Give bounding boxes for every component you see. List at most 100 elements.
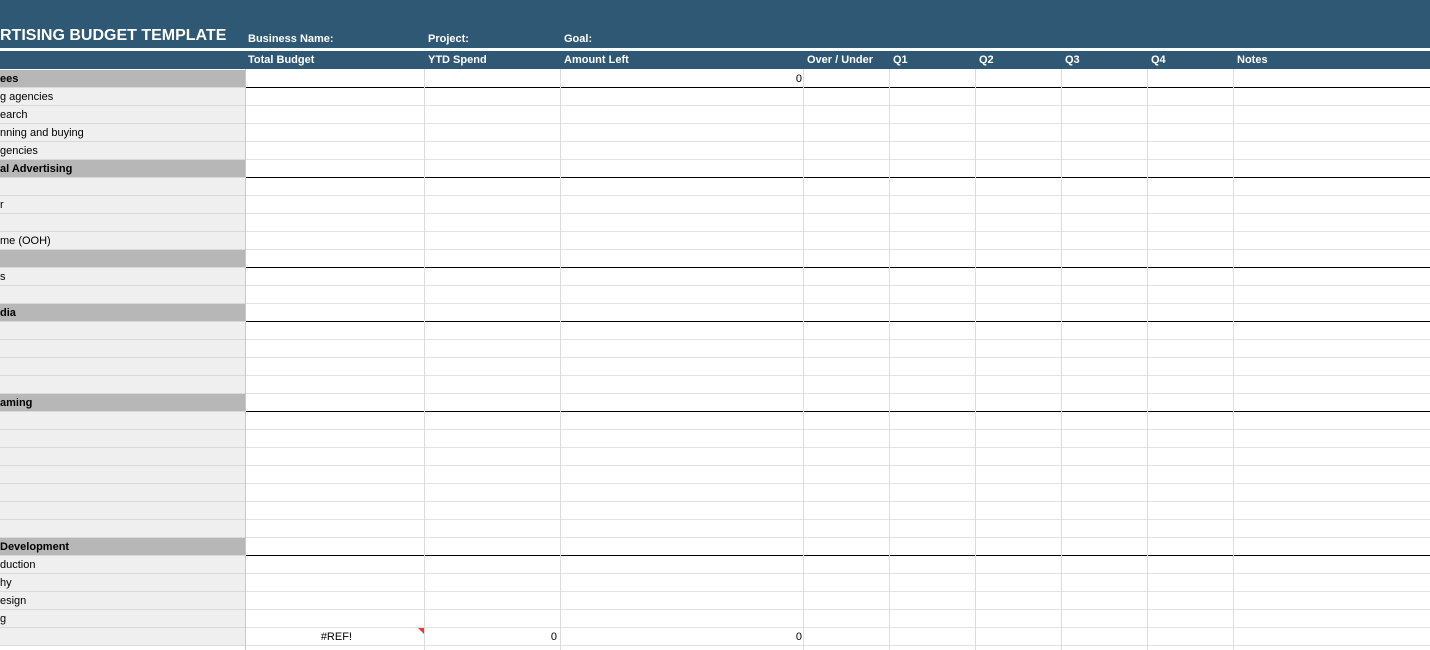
header-amount-left: Amount Left (564, 54, 629, 66)
row-label[interactable] (0, 484, 245, 502)
budget-row: duction (0, 556, 1430, 574)
budget-row: esign (0, 592, 1430, 610)
cell-total-budget[interactable]: #REF! (321, 628, 352, 646)
budget-row: #REF! 0 0 (0, 628, 1430, 646)
row-label[interactable] (0, 466, 245, 484)
row-cells[interactable] (245, 304, 1430, 322)
row-label[interactable] (0, 448, 245, 466)
row-cells[interactable] (245, 520, 1430, 538)
header-ytd-spend: YTD Spend (428, 54, 487, 66)
budget-row (0, 340, 1430, 358)
budget-row (0, 358, 1430, 376)
row-cells[interactable] (245, 88, 1430, 106)
row-cells[interactable] (245, 376, 1430, 394)
goal-label: Goal: (564, 33, 593, 45)
row-label[interactable]: dia (0, 304, 245, 322)
row-label[interactable]: g agencies (0, 88, 245, 106)
row-cells[interactable] (245, 466, 1430, 484)
row-label[interactable] (0, 520, 245, 538)
row-cells[interactable] (245, 502, 1430, 520)
row-cells[interactable] (245, 574, 1430, 592)
row-cells[interactable] (245, 430, 1430, 448)
budget-row: nning and buying (0, 124, 1430, 142)
budget-row (0, 214, 1430, 232)
gridline (1147, 69, 1148, 650)
row-label[interactable] (0, 628, 245, 646)
row-cells[interactable] (245, 412, 1430, 430)
budget-row (0, 286, 1430, 304)
row-label[interactable]: aming (0, 394, 245, 412)
budget-row (0, 322, 1430, 340)
row-cells[interactable] (245, 268, 1430, 286)
row-label[interactable]: g (0, 610, 245, 628)
row-label[interactable]: Development (0, 538, 245, 556)
budget-row: s (0, 268, 1430, 286)
row-label[interactable]: me (OOH) (0, 232, 245, 250)
row-label[interactable] (0, 322, 245, 340)
gridline (424, 69, 425, 650)
row-cells[interactable] (245, 322, 1430, 340)
row-label[interactable] (0, 340, 245, 358)
row-cells[interactable] (245, 106, 1430, 124)
gridline (1233, 69, 1234, 650)
sheet-title: RTISING BUDGET TEMPLATE (0, 27, 227, 44)
section-header-row: ees 0 (0, 70, 1430, 88)
section-header-row (0, 250, 1430, 268)
section-header-row: al Advertising (0, 160, 1430, 178)
row-cells[interactable] (245, 196, 1430, 214)
row-label[interactable]: ees (0, 70, 245, 88)
row-cells[interactable] (245, 610, 1430, 628)
row-cells[interactable] (245, 340, 1430, 358)
row-cells[interactable] (245, 232, 1430, 250)
row-label[interactable] (0, 250, 245, 268)
section-header-row: aming (0, 394, 1430, 412)
spreadsheet: RTISING BUDGET TEMPLATE Business Name: P… (0, 0, 1430, 650)
row-cells[interactable] (245, 214, 1430, 232)
cell-over-under[interactable]: 0 (796, 70, 802, 88)
row-label[interactable] (0, 358, 245, 376)
row-cells[interactable] (245, 484, 1430, 502)
budget-row: hy (0, 574, 1430, 592)
row-label[interactable]: duction (0, 556, 245, 574)
row-label[interactable] (0, 214, 245, 232)
row-cells[interactable] (245, 592, 1430, 610)
row-label[interactable] (0, 502, 245, 520)
row-label[interactable] (0, 286, 245, 304)
gridline (889, 69, 890, 650)
row-label[interactable]: s (0, 268, 245, 286)
row-cells[interactable] (245, 358, 1430, 376)
row-cells[interactable] (245, 448, 1430, 466)
row-label[interactable]: hy (0, 574, 245, 592)
budget-row (0, 178, 1430, 196)
header-notes: Notes (1237, 54, 1268, 66)
row-cells[interactable] (245, 70, 1430, 88)
row-cells[interactable] (245, 250, 1430, 268)
row-label[interactable]: nning and buying (0, 124, 245, 142)
budget-row: gencies (0, 142, 1430, 160)
row-label[interactable] (0, 430, 245, 448)
budget-row (0, 466, 1430, 484)
row-label[interactable] (0, 178, 245, 196)
header-q1: Q1 (893, 54, 908, 66)
row-label[interactable]: al Advertising (0, 160, 245, 178)
row-cells[interactable] (245, 394, 1430, 412)
row-label[interactable] (0, 412, 245, 430)
row-cells[interactable] (245, 556, 1430, 574)
row-label[interactable]: gencies (0, 142, 245, 160)
row-cells[interactable] (245, 142, 1430, 160)
row-cells[interactable] (245, 124, 1430, 142)
gridline (560, 69, 561, 650)
row-cells[interactable] (245, 178, 1430, 196)
row-cells[interactable] (245, 286, 1430, 304)
row-label[interactable]: earch (0, 106, 245, 124)
row-cells[interactable] (245, 538, 1430, 556)
row-label[interactable] (0, 376, 245, 394)
row-label[interactable]: r (0, 196, 245, 214)
row-cells[interactable] (245, 160, 1430, 178)
header-q4: Q4 (1151, 54, 1166, 66)
cell-over-under[interactable]: 0 (796, 628, 802, 646)
section-header-row: Development (0, 538, 1430, 556)
header-q3: Q3 (1065, 54, 1080, 66)
cell-ytd-spend[interactable]: 0 (551, 628, 557, 646)
row-label[interactable]: esign (0, 592, 245, 610)
